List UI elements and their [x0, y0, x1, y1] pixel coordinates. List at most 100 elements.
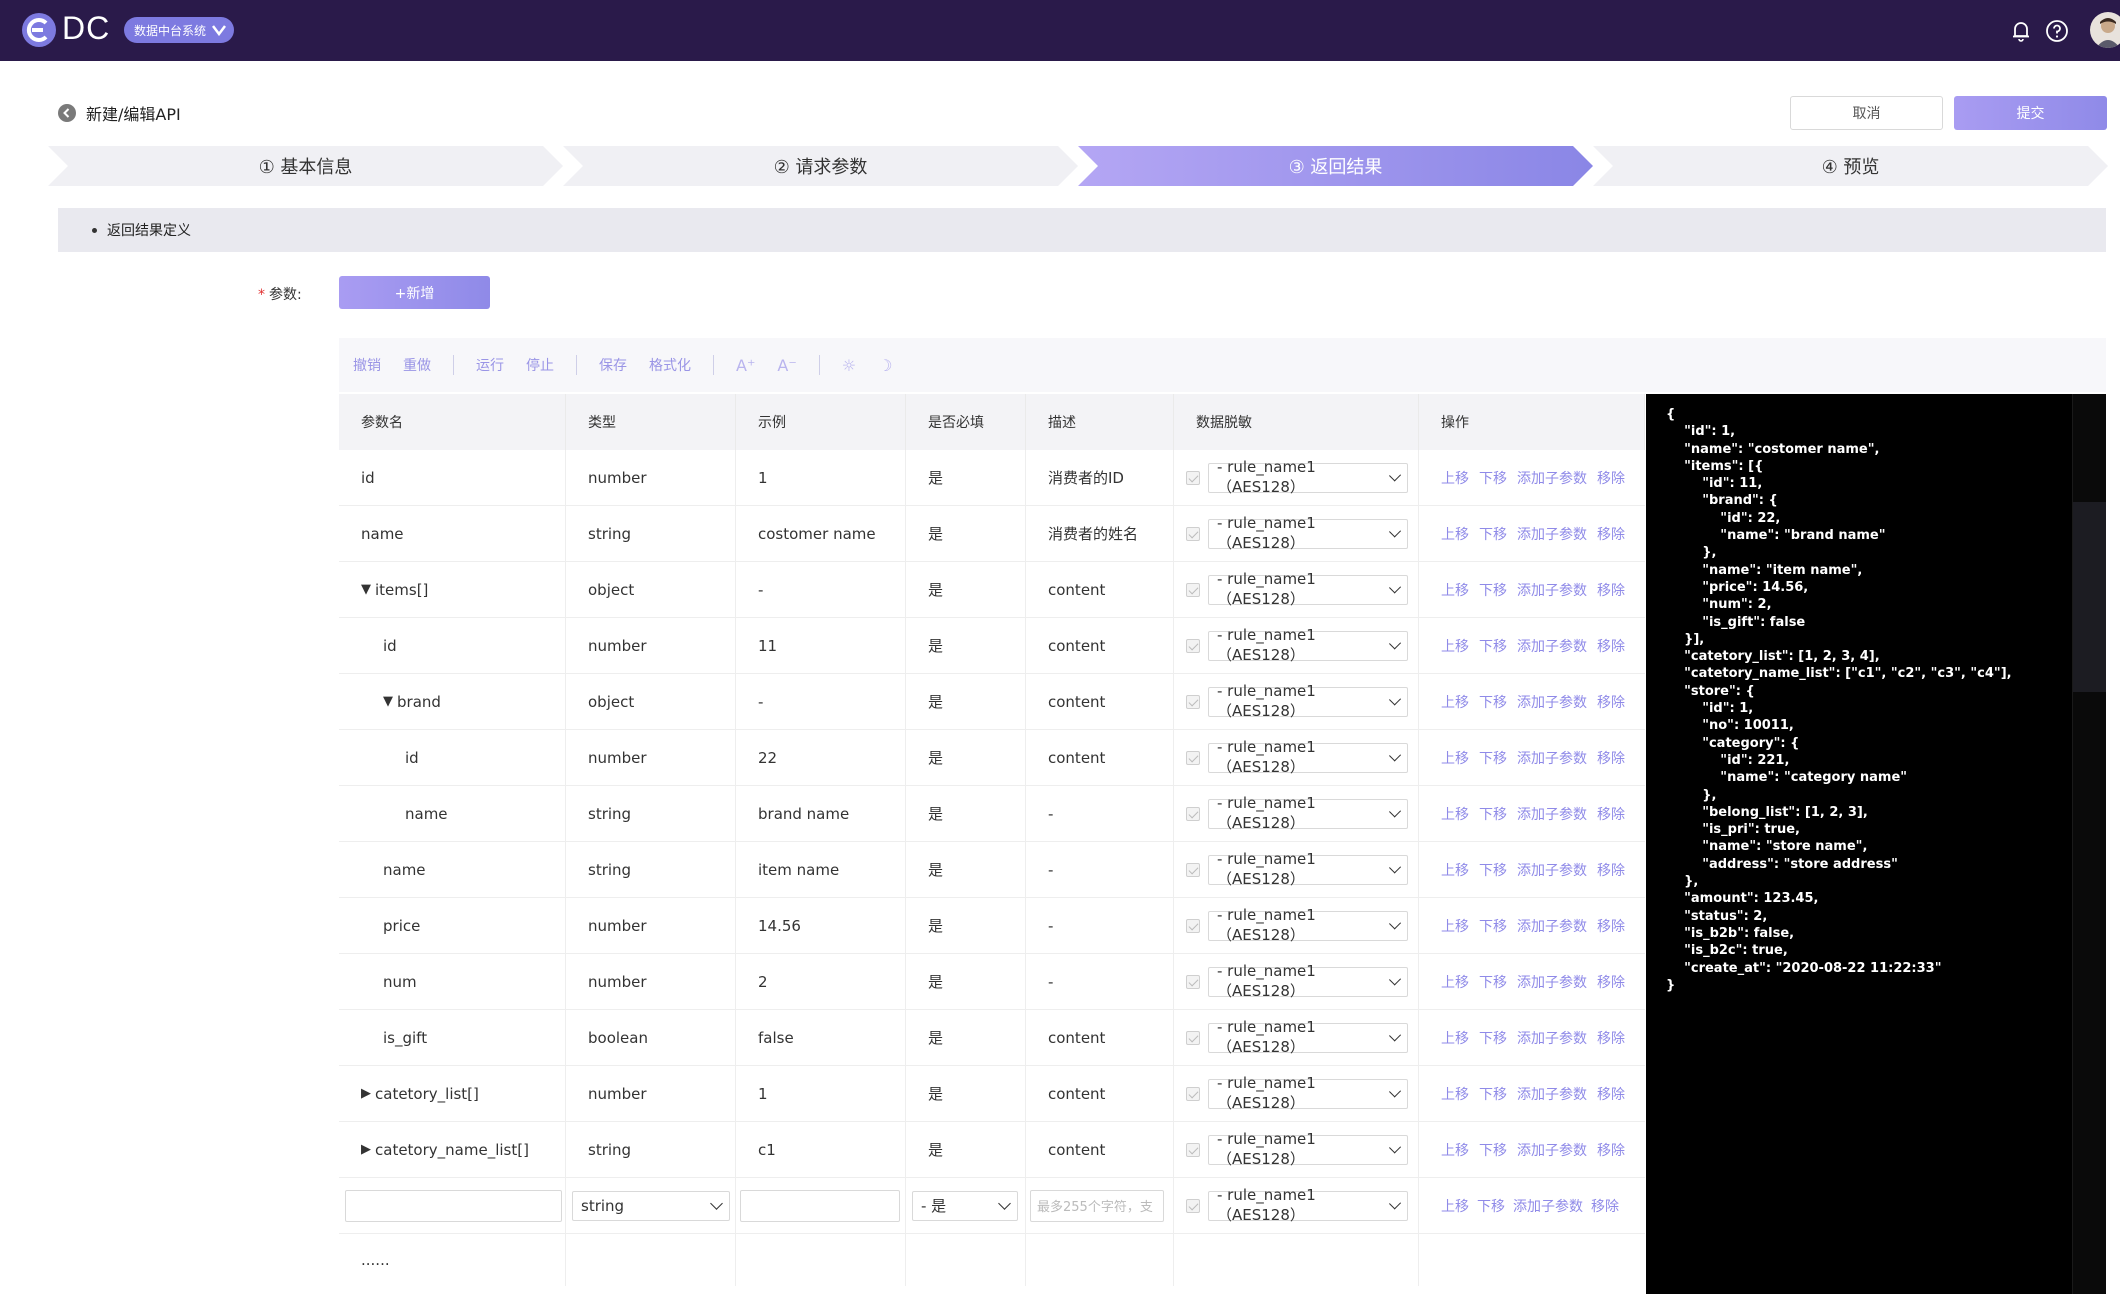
add-child-link[interactable]: 添加子参数: [1517, 748, 1587, 768]
mask-checkbox[interactable]: [1186, 470, 1200, 485]
submit-button[interactable]: 提交: [1954, 96, 2107, 130]
move-down-link[interactable]: 下移: [1479, 468, 1507, 488]
cancel-button[interactable]: 取消: [1790, 96, 1943, 130]
caret-down-icon[interactable]: ▼: [361, 582, 371, 597]
desc-input[interactable]: 最多255个字符，支: [1030, 1189, 1164, 1222]
mask-checkbox[interactable]: [1186, 750, 1200, 765]
mask-rule-select[interactable]: - rule_name1（AES128）: [1208, 514, 1408, 552]
remove-link[interactable]: 移除: [1597, 972, 1625, 992]
mask-rule-select[interactable]: - rule_name1（AES128）: [1208, 794, 1408, 832]
font-increase-icon[interactable]: A⁺: [736, 356, 755, 375]
font-decrease-icon[interactable]: A⁻: [777, 356, 796, 375]
move-up-link[interactable]: 上移: [1441, 692, 1469, 712]
avatar[interactable]: [2090, 12, 2120, 48]
move-down-link[interactable]: 下移: [1477, 1196, 1505, 1216]
back-icon[interactable]: [58, 104, 76, 122]
move-down-link[interactable]: 下移: [1479, 1028, 1507, 1048]
mask-checkbox[interactable]: [1186, 638, 1200, 653]
mask-rule-select[interactable]: - rule_name1（AES128）: [1208, 570, 1408, 608]
step-preview[interactable]: ④ 预览: [1593, 146, 2108, 186]
remove-link[interactable]: 移除: [1597, 468, 1625, 488]
remove-link[interactable]: 移除: [1597, 804, 1625, 824]
mask-checkbox[interactable]: [1186, 862, 1200, 877]
remove-link[interactable]: 移除: [1597, 692, 1625, 712]
required-select[interactable]: - 是: [912, 1190, 1018, 1221]
mask-rule-select[interactable]: - rule_name1（AES128）: [1208, 1186, 1408, 1224]
undo-button[interactable]: 撤销: [353, 355, 381, 375]
move-up-link[interactable]: 上移: [1441, 916, 1469, 936]
move-up-link[interactable]: 上移: [1441, 748, 1469, 768]
step-basic-info[interactable]: ① 基本信息: [48, 146, 563, 186]
remove-link[interactable]: 移除: [1597, 860, 1625, 880]
add-child-link[interactable]: 添加子参数: [1517, 916, 1587, 936]
move-up-link[interactable]: 上移: [1441, 1140, 1469, 1160]
move-up-link[interactable]: 上移: [1441, 636, 1469, 656]
remove-link[interactable]: 移除: [1591, 1196, 1619, 1216]
move-down-link[interactable]: 下移: [1479, 916, 1507, 936]
stop-button[interactable]: 停止: [526, 355, 554, 375]
mask-rule-select[interactable]: - rule_name1（AES128）: [1208, 850, 1408, 888]
add-child-link[interactable]: 添加子参数: [1517, 1140, 1587, 1160]
mask-checkbox[interactable]: [1186, 1142, 1200, 1157]
move-up-link[interactable]: 上移: [1441, 580, 1469, 600]
caret-down-icon[interactable]: ▼: [383, 694, 393, 709]
add-child-link[interactable]: 添加子参数: [1517, 860, 1587, 880]
mask-checkbox[interactable]: [1186, 1030, 1200, 1045]
mask-rule-select[interactable]: - rule_name1（AES128）: [1208, 738, 1408, 776]
save-button[interactable]: 保存: [599, 355, 627, 375]
remove-link[interactable]: 移除: [1597, 1028, 1625, 1048]
add-child-link[interactable]: 添加子参数: [1517, 1084, 1587, 1104]
format-button[interactable]: 格式化: [649, 355, 691, 375]
dark-theme-icon[interactable]: ☽: [878, 356, 892, 375]
move-up-link[interactable]: 上移: [1441, 860, 1469, 880]
help-icon[interactable]: [2044, 18, 2070, 44]
run-button[interactable]: 运行: [476, 355, 504, 375]
add-param-button[interactable]: +新增: [339, 276, 490, 309]
example-input[interactable]: [740, 1189, 900, 1222]
remove-link[interactable]: 移除: [1597, 636, 1625, 656]
move-down-link[interactable]: 下移: [1479, 860, 1507, 880]
mask-rule-select[interactable]: - rule_name1（AES128）: [1208, 1074, 1408, 1112]
mask-checkbox[interactable]: [1186, 1198, 1200, 1213]
mask-checkbox[interactable]: [1186, 582, 1200, 597]
mask-rule-select[interactable]: - rule_name1（AES128）: [1208, 682, 1408, 720]
remove-link[interactable]: 移除: [1597, 580, 1625, 600]
add-child-link[interactable]: 添加子参数: [1517, 580, 1587, 600]
mask-rule-select[interactable]: - rule_name1（AES128）: [1208, 906, 1408, 944]
json-scrollbar-thumb[interactable]: [2073, 502, 2106, 692]
mask-checkbox[interactable]: [1186, 974, 1200, 989]
mask-checkbox[interactable]: [1186, 806, 1200, 821]
move-down-link[interactable]: 下移: [1479, 524, 1507, 544]
mask-rule-select[interactable]: - rule_name1（AES128）: [1208, 1018, 1408, 1056]
move-up-link[interactable]: 上移: [1441, 524, 1469, 544]
mask-rule-select[interactable]: - rule_name1（AES128）: [1208, 962, 1408, 1000]
mask-checkbox[interactable]: [1186, 694, 1200, 709]
move-down-link[interactable]: 下移: [1479, 1084, 1507, 1104]
mask-rule-select[interactable]: - rule_name1（AES128）: [1208, 1130, 1408, 1168]
add-child-link[interactable]: 添加子参数: [1517, 636, 1587, 656]
move-down-link[interactable]: 下移: [1479, 804, 1507, 824]
add-child-link[interactable]: 添加子参数: [1517, 1028, 1587, 1048]
step-request-params[interactable]: ② 请求参数: [563, 146, 1078, 186]
json-preview[interactable]: { "id": 1, "name": "costomer name", "ite…: [1646, 394, 2106, 1294]
mask-rule-select[interactable]: - rule_name1（AES128）: [1208, 458, 1408, 496]
bell-icon[interactable]: [2008, 18, 2034, 44]
mask-checkbox[interactable]: [1186, 526, 1200, 541]
add-child-link[interactable]: 添加子参数: [1517, 524, 1587, 544]
system-switcher[interactable]: 数据中台系统: [124, 17, 235, 43]
move-down-link[interactable]: 下移: [1479, 748, 1507, 768]
redo-button[interactable]: 重做: [403, 355, 431, 375]
move-up-link[interactable]: 上移: [1441, 468, 1469, 488]
step-response-result[interactable]: ③ 返回结果: [1078, 146, 1593, 186]
type-select[interactable]: string: [572, 1190, 730, 1221]
move-up-link[interactable]: 上移: [1441, 1084, 1469, 1104]
remove-link[interactable]: 移除: [1597, 916, 1625, 936]
move-up-link[interactable]: 上移: [1441, 1196, 1469, 1216]
move-down-link[interactable]: 下移: [1479, 580, 1507, 600]
add-child-link[interactable]: 添加子参数: [1517, 972, 1587, 992]
add-child-link[interactable]: 添加子参数: [1513, 1196, 1583, 1216]
move-down-link[interactable]: 下移: [1479, 692, 1507, 712]
caret-right-icon[interactable]: ▶: [361, 1142, 371, 1157]
mask-checkbox[interactable]: [1186, 918, 1200, 933]
light-theme-icon[interactable]: ☼: [842, 356, 856, 375]
